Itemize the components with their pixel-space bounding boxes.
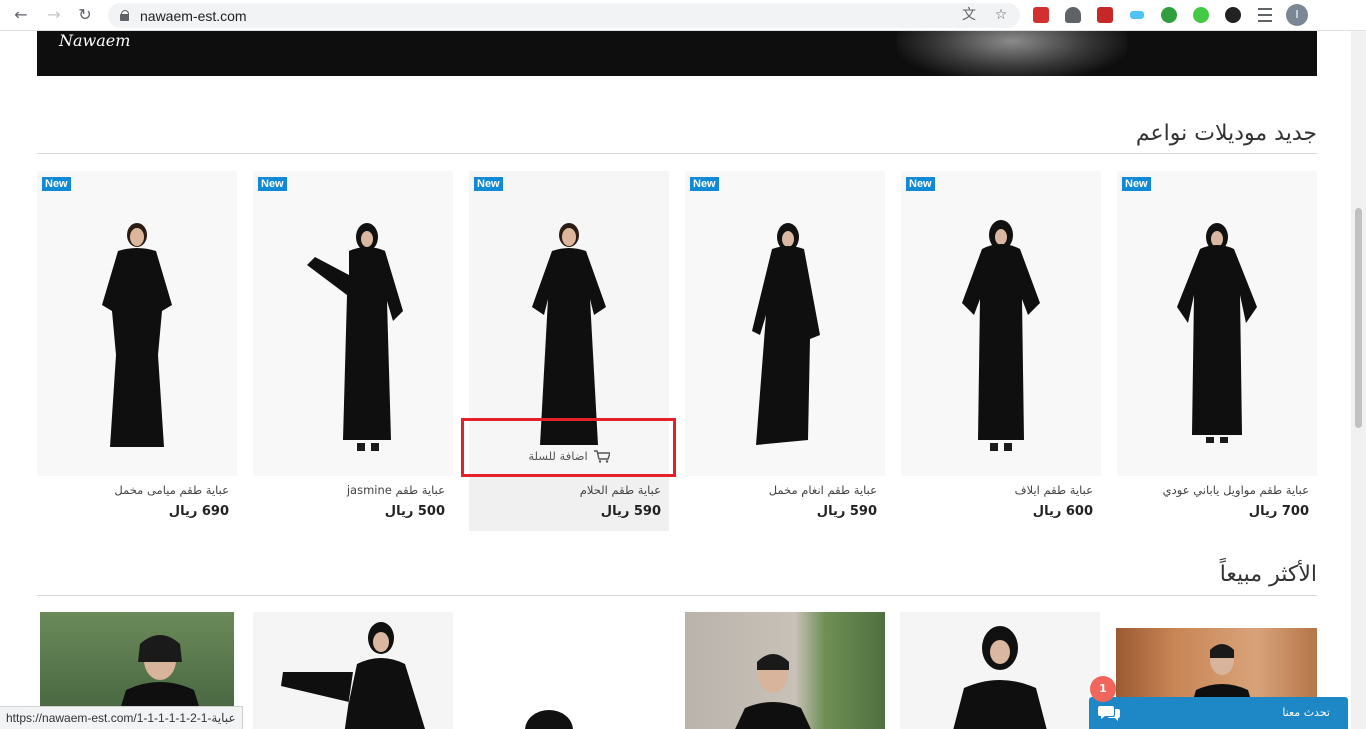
reload-icon[interactable]: ↻ xyxy=(75,5,95,25)
new-badge: New xyxy=(1122,177,1151,191)
extension-red-dots-icon[interactable] xyxy=(1030,4,1052,26)
profile-avatar[interactable]: I xyxy=(1286,4,1308,26)
product-name[interactable]: عباية طقم الحلام xyxy=(580,483,661,497)
chat-widget[interactable]: تحدث معنا xyxy=(1089,697,1348,729)
abaya-figure xyxy=(102,223,172,447)
chat-label[interactable]: تحدث معنا xyxy=(1282,706,1330,719)
best-sellers-title: الأكثر مبيعاً xyxy=(1219,562,1317,587)
extension-shield-icon[interactable] xyxy=(1062,4,1084,26)
best-seller-image[interactable] xyxy=(469,612,669,729)
product-name[interactable]: عباية طقم مواويل ياباني عودي xyxy=(1163,483,1309,497)
address-url[interactable]: nawaem-est.com xyxy=(140,8,247,24)
page-scrollbar[interactable] xyxy=(1351,31,1366,729)
product-card[interactable]: New عباية طقم ميامى مخمل 690 ريال xyxy=(37,171,237,531)
extension-check-icon[interactable] xyxy=(1158,4,1180,26)
abaya-figure xyxy=(735,654,811,729)
section-divider xyxy=(37,595,1317,596)
new-badge: New xyxy=(42,177,71,191)
product-price: 590 ريال xyxy=(600,504,661,519)
product-card[interactable]: New عباية طقم مواويل ياباني عودي 700 ريا… xyxy=(1117,171,1317,531)
product-name[interactable]: عباية طقم انغام مخمل xyxy=(769,483,877,497)
site-logo[interactable]: Nawaem xyxy=(59,31,130,50)
extension-cart-icon[interactable] xyxy=(1126,4,1148,26)
product-price: 500 ريال xyxy=(384,504,445,519)
section-divider xyxy=(37,153,1317,154)
abaya-figure xyxy=(525,710,573,729)
new-badge: New xyxy=(258,177,287,191)
product-image[interactable] xyxy=(901,171,1101,476)
new-badge: New xyxy=(690,177,719,191)
extension-green-icon[interactable] xyxy=(1190,4,1212,26)
product-price: 590 ريال xyxy=(816,504,877,519)
product-card[interactable]: New عباية طقم انغام مخمل 590 ريال xyxy=(685,171,885,531)
scrollbar-thumb[interactable] xyxy=(1355,208,1362,428)
link-status-bar: https://nawaem-est.com/1-1-1-1-1-2-1-عبا… xyxy=(0,706,243,729)
product-card[interactable]: New عباية طقم ايلاف 600 ريال xyxy=(901,171,1101,531)
new-models-title: جديد موديلات نواعم xyxy=(1135,121,1317,146)
new-badge: New xyxy=(906,177,935,191)
page-content: Nawaem جديد موديلات نواعم New عباية طقم … xyxy=(0,31,1366,729)
product-image[interactable] xyxy=(1117,171,1317,476)
product-card[interactable]: New عباية طقم jasmine 500 ريال xyxy=(253,171,453,531)
chat-unread-badge[interactable]: 1 xyxy=(1090,676,1116,702)
extension-w-icon[interactable] xyxy=(1222,4,1244,26)
product-name[interactable]: عباية طقم ايلاف xyxy=(1015,483,1093,497)
lock-icon[interactable] xyxy=(120,10,130,21)
product-price: 600 ريال xyxy=(1032,504,1093,519)
annotation-highlight-box xyxy=(461,418,676,477)
back-icon[interactable]: ← xyxy=(11,5,31,25)
best-seller-image[interactable] xyxy=(900,612,1100,729)
forward-icon[interactable]: → xyxy=(44,5,64,25)
product-image[interactable] xyxy=(37,171,237,476)
hero-banner[interactable]: Nawaem xyxy=(37,31,1317,76)
abaya-figure xyxy=(1177,223,1257,443)
translate-icon[interactable]: 文 xyxy=(960,6,978,24)
product-name[interactable]: عباية طقم jasmine xyxy=(347,483,445,497)
bookmark-star-icon[interactable]: ☆ xyxy=(992,6,1010,24)
abaya-figure xyxy=(307,223,403,451)
browser-toolbar: ← → ↻ nawaem-est.com 文 ☆ I xyxy=(0,0,1366,31)
product-price: 700 ريال xyxy=(1248,504,1309,519)
chat-bubbles-icon[interactable] xyxy=(1098,704,1120,722)
best-seller-image[interactable] xyxy=(685,612,885,729)
address-bar[interactable]: nawaem-est.com 文 ☆ xyxy=(108,3,1020,28)
product-price: 690 ريال xyxy=(168,504,229,519)
best-seller-image[interactable] xyxy=(253,612,453,729)
banner-light xyxy=(897,31,1127,76)
abaya-figure xyxy=(752,223,820,445)
media-queue-icon[interactable] xyxy=(1254,4,1276,26)
abaya-figure xyxy=(953,626,1047,729)
abaya-figure xyxy=(281,622,425,729)
extension-s-icon[interactable] xyxy=(1094,4,1116,26)
product-image[interactable] xyxy=(253,171,453,476)
product-card-hovered[interactable]: اضافة للسلة New عباية طقم الحلام 590 ريا… xyxy=(469,171,669,531)
abaya-figure xyxy=(962,220,1040,451)
product-name[interactable]: عباية طقم ميامى مخمل xyxy=(114,483,229,497)
product-image[interactable] xyxy=(685,171,885,476)
new-badge: New xyxy=(474,177,503,191)
